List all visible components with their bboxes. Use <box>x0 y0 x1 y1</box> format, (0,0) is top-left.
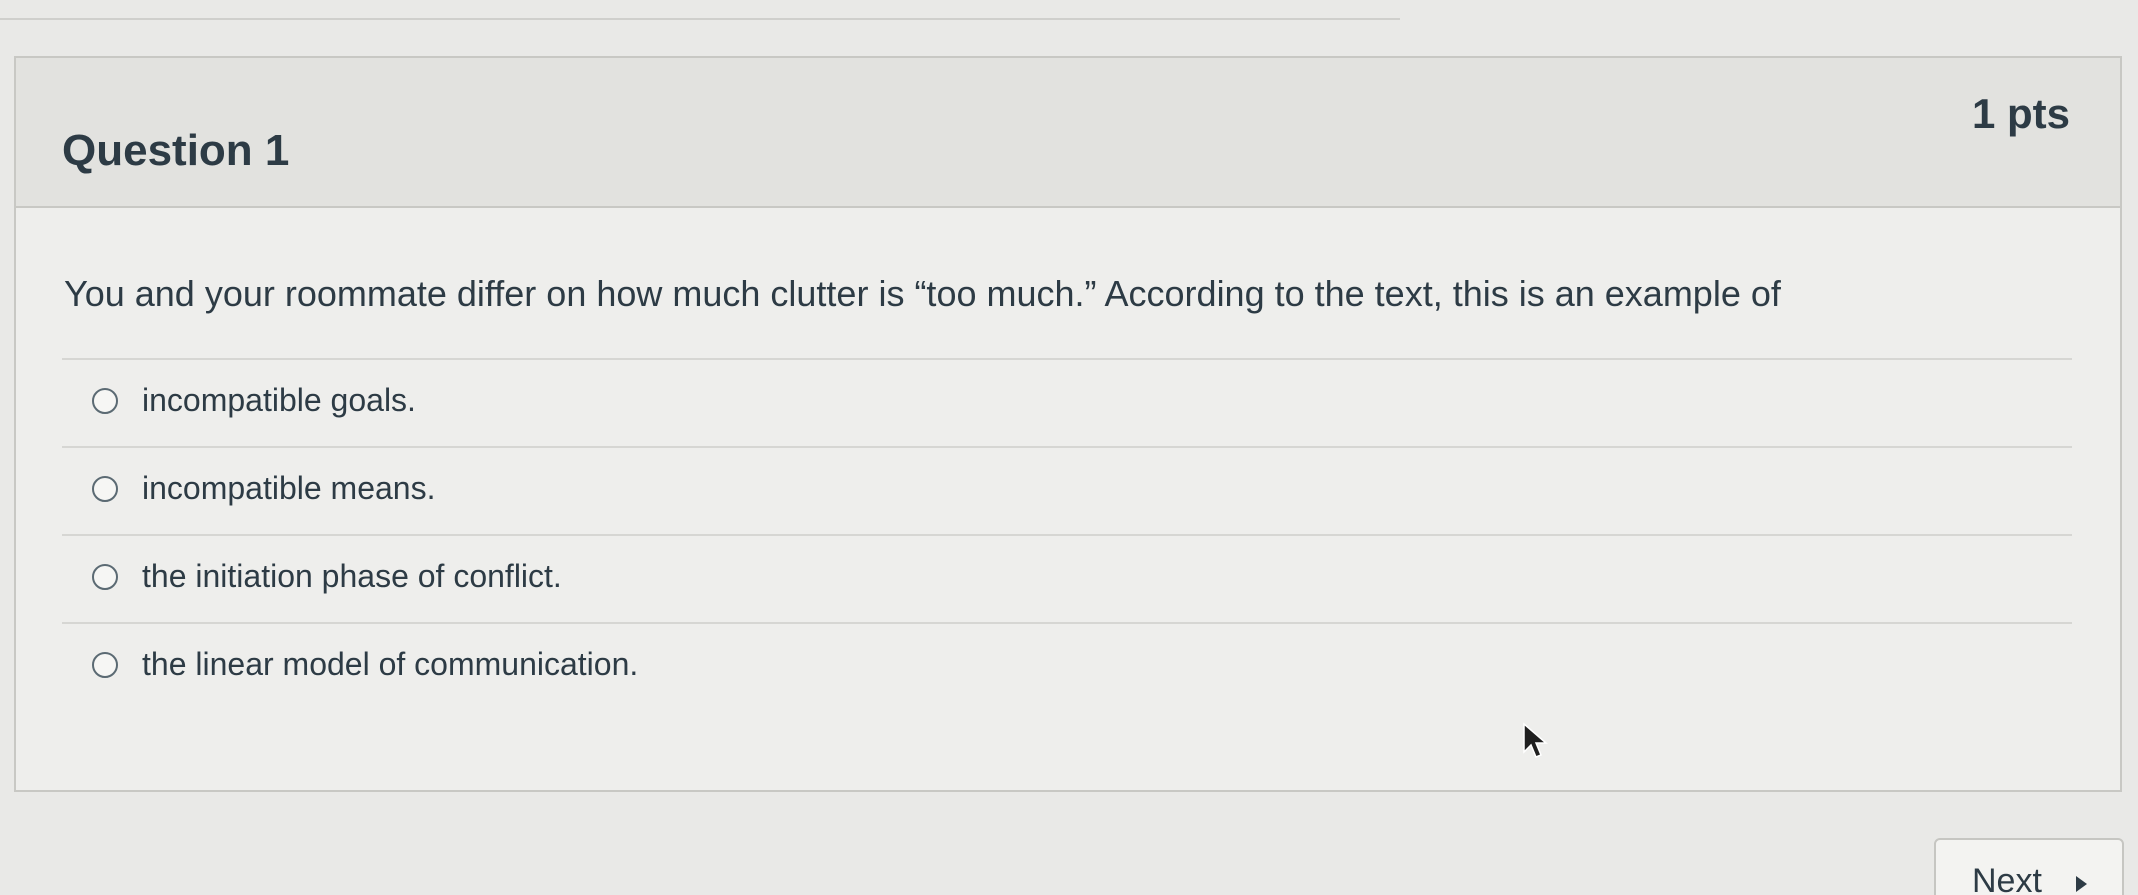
triangle-right-icon <box>2076 876 2087 892</box>
answer-list: incompatible goals. incompatible means. … <box>62 358 2072 710</box>
question-card: Question 1 1 pts You and your roommate d… <box>14 56 2122 792</box>
answer-label[interactable]: incompatible means. <box>142 470 435 507</box>
top-divider <box>0 18 1400 20</box>
question-title: Question 1 <box>62 126 290 175</box>
answer-label[interactable]: the initiation phase of conflict. <box>142 558 562 595</box>
radio-button[interactable] <box>92 652 118 678</box>
answer-label[interactable]: incompatible goals. <box>142 382 416 419</box>
question-header: Question 1 1 pts <box>16 58 2120 208</box>
radio-button[interactable] <box>92 388 118 414</box>
next-button[interactable]: Next <box>1934 838 2124 895</box>
answer-option-1[interactable]: incompatible goals. <box>62 358 2072 446</box>
radio-button[interactable] <box>92 476 118 502</box>
radio-button[interactable] <box>92 564 118 590</box>
next-button-label: Next <box>1972 862 2042 895</box>
answer-option-4[interactable]: the linear model of communication. <box>62 622 2072 710</box>
answer-option-2[interactable]: incompatible means. <box>62 446 2072 534</box>
answer-label[interactable]: the linear model of communication. <box>142 646 638 683</box>
question-text: You and your roommate differ on how much… <box>64 273 1781 314</box>
question-points: 1 pts <box>1971 90 2070 137</box>
answer-option-3[interactable]: the initiation phase of conflict. <box>62 534 2072 622</box>
mouse-pointer-icon <box>1523 722 1548 758</box>
